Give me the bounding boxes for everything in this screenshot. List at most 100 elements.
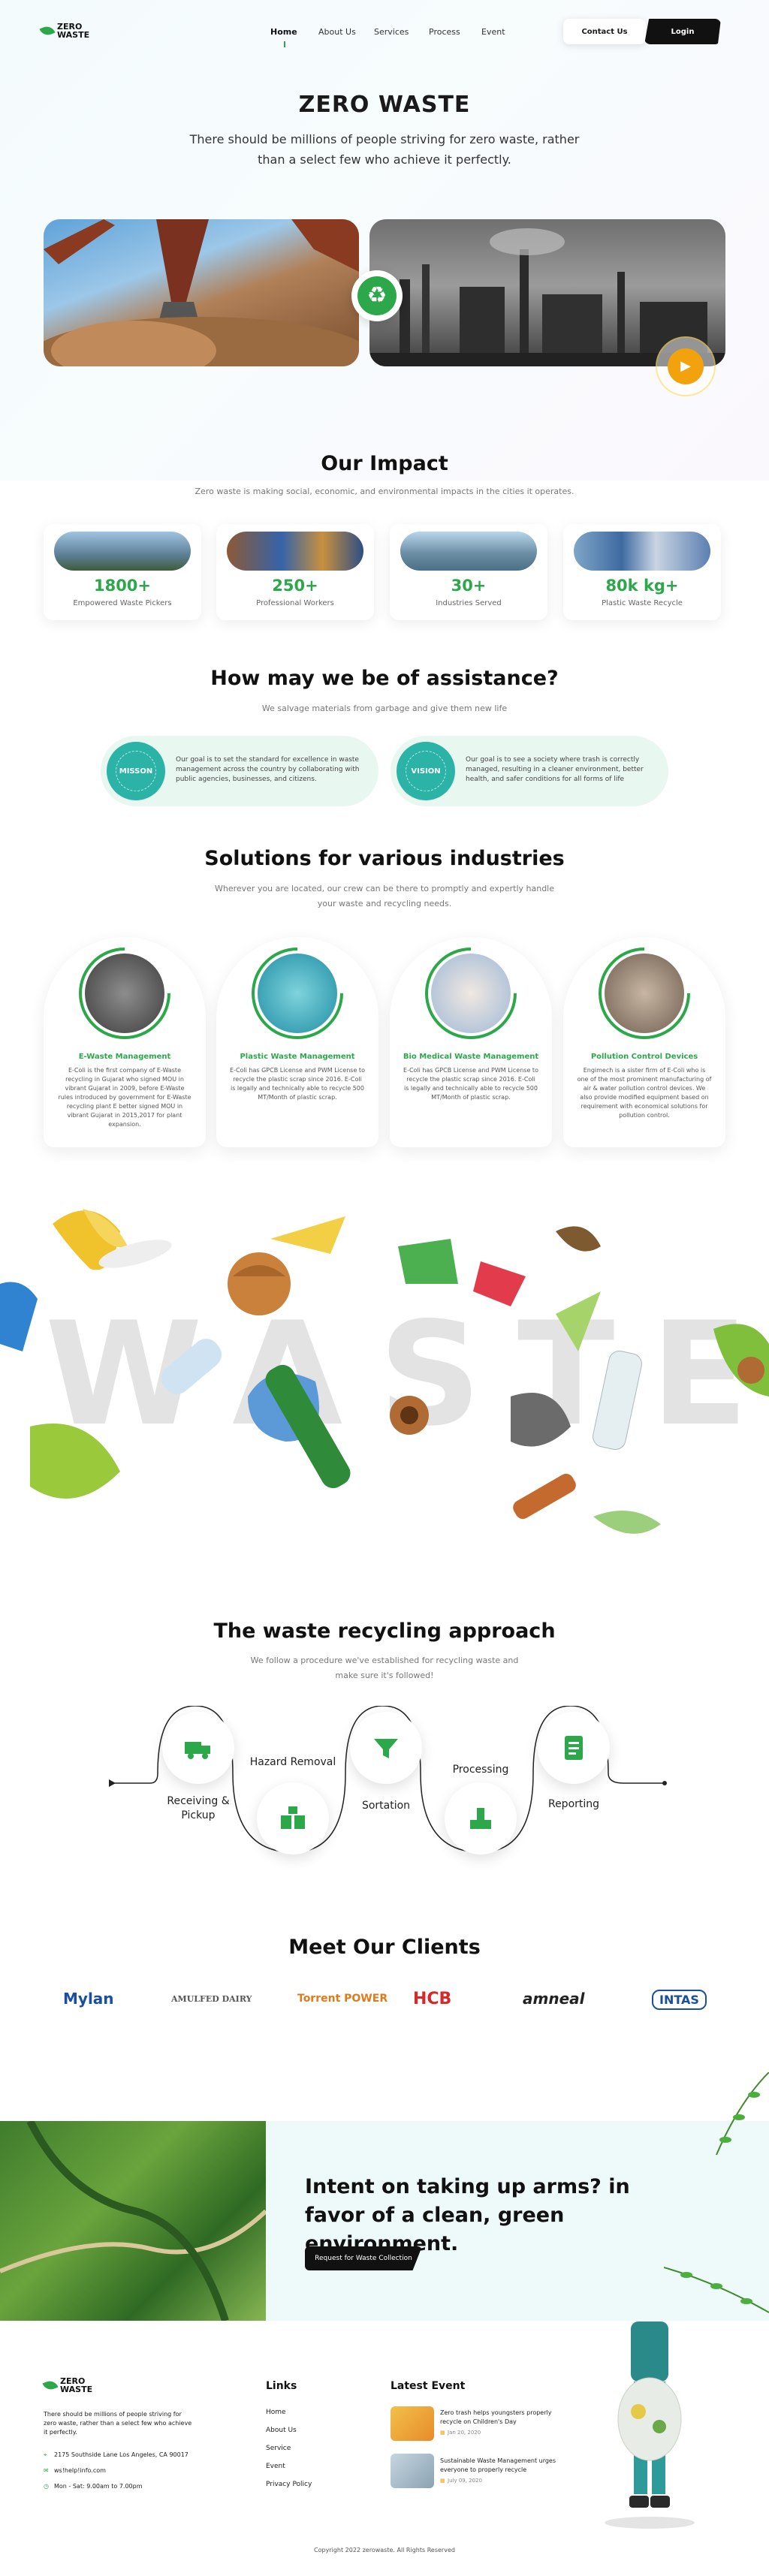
mission-text: Our goal is to set the standard for exce… (176, 756, 360, 783)
stat-card-workers: 250+ Professional Workers (216, 524, 374, 620)
event-thumbnail[interactable] (391, 2406, 434, 2441)
nav-about[interactable]: About Us (318, 27, 356, 37)
truck-icon (185, 1742, 210, 1759)
hero-subtitle: There should be millions of people striv… (189, 132, 580, 167)
footer-logo[interactable]: ZERO WASTE (42, 2377, 93, 2394)
solution-title: Pollution Control Devices (590, 1053, 698, 1061)
pickers-photo (54, 532, 191, 571)
hazard-icon (281, 1806, 305, 1829)
footer-logo-line-2: WASTE (60, 2385, 93, 2394)
solution-title: Plastic Waste Management (240, 1053, 355, 1061)
logo-line-2: WASTE (57, 30, 90, 40)
assist-title: How may we be of assistance? (210, 667, 559, 690)
excavator-scrap-image (44, 219, 359, 366)
solution-card-pollution[interactable]: Pollution Control Devices Engimech is a … (563, 928, 725, 1147)
solutions-subtitle: Wherever you are located, our crew can b… (214, 884, 554, 908)
stat-label: Industries Served (436, 599, 502, 607)
biomedical-photo (431, 954, 511, 1033)
footer-email[interactable]: ws!help!info.com (54, 2466, 106, 2475)
stat-value: 1800+ (93, 577, 152, 595)
workers-photo (227, 532, 363, 571)
solution-text: E-Coli has GPCB License and PWM License … (403, 1067, 538, 1101)
location-icon: ⌖ (44, 2451, 47, 2458)
step-label-receiving: Receiving & Pickup (167, 1795, 230, 1821)
approach-subtitle: We follow a procedure we've established … (250, 1656, 519, 1680)
assist-subtitle: We salvage materials from garbage and gi… (261, 704, 508, 713)
mission-badge-label: MISSON (116, 751, 156, 791)
solution-text: E-Coli has GPCB License and PWM License … (230, 1067, 365, 1101)
login-button[interactable]: Login (644, 19, 721, 44)
contact-us-button[interactable]: Contact Us (563, 19, 646, 44)
solution-text: Engimech is a sister firm of E-Coli who … (577, 1067, 712, 1119)
vision-text: Our goal is to see a society where trash… (466, 756, 644, 783)
vine-leaves-bottom (664, 2267, 769, 2313)
industries-photo (400, 532, 537, 571)
copyright: Copyright 2022 zerowaste. All Rights Res… (314, 2547, 455, 2553)
footer-link-event[interactable]: Event (266, 2463, 285, 2470)
step-sortation-circle (350, 1712, 422, 1784)
stat-label: Empowered Waste Pickers (73, 599, 172, 607)
waste-objects-collage (0, 1209, 769, 1534)
stat-card-plastic: 80k kg+ Plastic Waste Recycle (563, 524, 721, 620)
footer-about: There should be millions of people striv… (44, 2411, 192, 2436)
solution-card-ewaste[interactable]: E-Waste Management E-Coli is the first c… (44, 928, 206, 1147)
plastic-photo (574, 532, 710, 571)
footer-link-service[interactable]: Service (266, 2445, 291, 2452)
event-date: July 09, 2020 (448, 2478, 482, 2484)
stat-card-pickers: 1800+ Empowered Waste Pickers (44, 524, 201, 620)
top-navigation: ZERO WASTE Home About Us Services Process… (0, 0, 769, 62)
nav-services[interactable]: Services (374, 27, 409, 37)
client-logo-hcb: HCB (413, 1990, 452, 2008)
client-logo-amul: AMULFED DAIRY (171, 1994, 252, 2004)
machine-icon (470, 1808, 491, 1829)
step-processing-circle (445, 1782, 517, 1854)
nav-process[interactable]: Process (429, 27, 460, 37)
event-title[interactable]: Zero trash helps youngsters properly rec… (440, 2409, 568, 2427)
funnel-icon (374, 1739, 398, 1758)
cta-headline: Intent on taking up arms? in favor of a … (305, 2175, 630, 2255)
play-icon[interactable]: ▶ (668, 348, 704, 384)
footer-link-home[interactable]: Home (266, 2409, 286, 2416)
play-button-ring[interactable]: ▶ (656, 336, 716, 396)
step-hazard-circle (257, 1782, 329, 1854)
step-label-reporting: Reporting (547, 1798, 600, 1810)
calendar-icon: ▦ (440, 2478, 445, 2484)
recycle-badge: ♻ (351, 270, 403, 321)
stat-label: Professional Workers (256, 599, 334, 607)
solution-card-plastic[interactable]: Plastic Waste Management E-Coli has GPCB… (216, 928, 378, 1147)
clients-title: Meet Our Clients (288, 1936, 481, 1959)
request-collection-button[interactable]: Request for Waste Collection (305, 2246, 422, 2270)
event-title[interactable]: Sustainable Waste Management urges every… (440, 2457, 568, 2475)
footer-link-about[interactable]: About Us (266, 2427, 297, 2434)
leaf-icon (42, 2379, 59, 2392)
solution-title: Bio Medical Waste Management (403, 1053, 539, 1061)
client-logo-torrent: Torrent POWER (297, 1993, 388, 2005)
mission-card: MISSON Our goal is to set the standard f… (101, 736, 378, 806)
leaf-icon (39, 24, 56, 38)
green-fields-aerial-image (0, 2119, 268, 2322)
footer-address: 2175 Southside Lane Los Angeles, CA 9001… (54, 2451, 188, 2458)
stat-label: Plastic Waste Recycle (602, 599, 683, 607)
vision-badge-label: VISION (406, 751, 446, 791)
stat-card-industries: 30+ Industries Served (390, 524, 547, 620)
stat-value: 250+ (272, 577, 318, 595)
step-label-processing: Processing (452, 1764, 509, 1776)
footer-link-privacy[interactable]: Privacy Policy (266, 2481, 312, 2488)
site-logo[interactable]: ZERO WASTE (39, 23, 90, 40)
step-receiving-circle (162, 1712, 234, 1784)
recycle-icon: ♻ (357, 276, 397, 315)
solution-card-biomedical[interactable]: Bio Medical Waste Management E-Coli has … (390, 928, 552, 1147)
report-icon (565, 1736, 583, 1760)
fields-illustration (0, 2119, 268, 2322)
approach-title: The waste recycling approach (213, 1619, 556, 1643)
event-date: Jan 20, 2020 (448, 2430, 481, 2436)
client-logo-intas: INTAS (652, 1990, 707, 2010)
event-thumbnail[interactable] (391, 2454, 434, 2488)
solution-title: E-Waste Management (78, 1053, 171, 1061)
solution-text: E-Coli is the first company of E-Waste r… (58, 1067, 191, 1128)
stat-value: 80k kg+ (605, 577, 679, 595)
nav-home[interactable]: Home (270, 27, 297, 47)
mail-icon: ✉ (44, 2467, 49, 2474)
nav-event[interactable]: Event (481, 27, 505, 37)
clock-icon: ◷ (44, 2483, 49, 2490)
